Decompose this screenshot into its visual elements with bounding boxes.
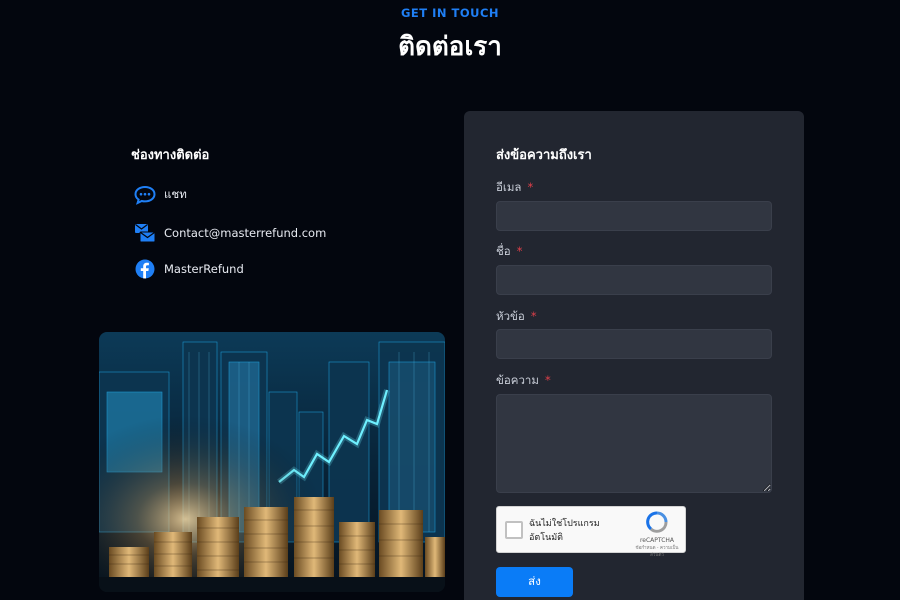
email-label: อีเมล * (496, 179, 533, 197)
finance-city-image (99, 332, 445, 592)
name-field[interactable] (496, 265, 772, 295)
subject-label-text: หัวข้อ (496, 309, 525, 323)
chat-bubble-icon (134, 184, 156, 206)
contact-item-label: MasterRefund (164, 262, 244, 276)
recaptcha-logo: reCAPTCHA ข้อกำหนด - ความเป็นส่วนตัว (635, 511, 679, 558)
contact-item-email[interactable]: Contact@masterrefund.com (134, 221, 326, 245)
message-label: ข้อความ * (496, 372, 551, 390)
name-label-text: ชื่อ (496, 244, 511, 258)
contact-item-chat[interactable]: แชท (134, 183, 187, 207)
subject-field[interactable] (496, 329, 772, 359)
form-heading: ส่งข้อความถึงเรา (496, 148, 592, 163)
contact-item-facebook[interactable]: MasterRefund (134, 257, 244, 281)
recaptcha-links[interactable]: ข้อกำหนด - ความเป็นส่วนตัว (635, 544, 679, 558)
recaptcha-checkbox[interactable] (505, 520, 523, 539)
email-label-text: อีเมล (496, 180, 522, 194)
submit-button[interactable]: ส่ง (496, 567, 573, 597)
subject-label: หัวข้อ * (496, 308, 537, 326)
contact-form-card: ส่งข้อความถึงเรา อีเมล * ชื่อ * หัวข้อ * ข้… (464, 111, 804, 600)
name-label: ชื่อ * (496, 243, 522, 261)
recaptcha-brand: reCAPTCHA (639, 537, 675, 544)
recaptcha-icon (646, 511, 668, 533)
required-mark: * (530, 309, 537, 323)
required-mark: * (516, 244, 523, 258)
page-title: ติดต่อเรา (398, 32, 502, 62)
required-mark: * (544, 373, 551, 387)
email-field[interactable] (496, 201, 772, 231)
recaptcha-label: ฉันไม่ใช่โปรแกรมอัตโนมัติ (529, 518, 600, 543)
recaptcha-widget: ฉันไม่ใช่โปรแกรมอัตโนมัติ reCAPTCHA ข้อก… (496, 506, 686, 558)
facebook-icon (134, 258, 156, 280)
contact-heading: ช่องทางติดต่อ (131, 148, 210, 163)
contact-item-label: Contact@masterrefund.com (164, 226, 327, 240)
contact-item-label: แชท (164, 187, 187, 201)
eyebrow-text: GET IN TOUCH (400, 6, 500, 20)
message-label-text: ข้อความ (496, 373, 539, 387)
required-mark: * (527, 180, 534, 194)
message-field[interactable] (496, 394, 772, 493)
mail-icon (134, 222, 156, 244)
